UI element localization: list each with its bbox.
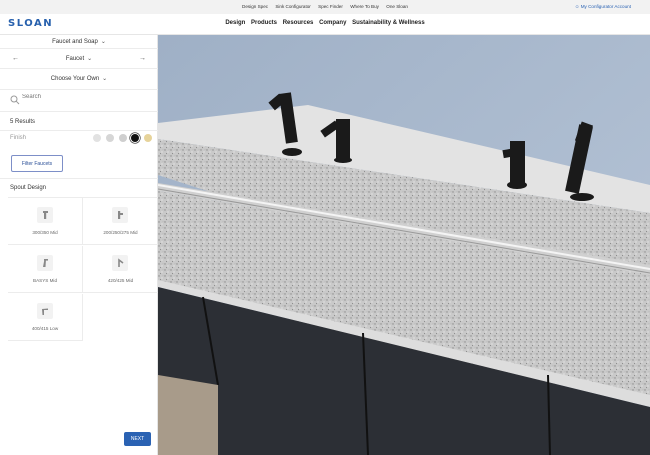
spout-label: 400/415 Low [31, 326, 59, 331]
nav-item-design[interactable]: Design [225, 20, 245, 26]
finish-swatch-nickel[interactable] [118, 134, 127, 142]
finish-swatch-brass[interactable] [144, 134, 152, 142]
nav-item-resources[interactable]: Resources [283, 20, 314, 26]
main-nav: Design Products Resources Company Sustai… [0, 20, 650, 26]
product-label: Faucet [65, 56, 85, 62]
chevron-down-icon: ⌄ [87, 56, 93, 62]
utility-link-sink-configurator[interactable]: Sink Configurator [275, 4, 311, 9]
arrow-right-icon[interactable]: → [139, 49, 146, 69]
next-button[interactable]: NEXT [124, 432, 151, 446]
search-input[interactable] [22, 94, 142, 100]
results-count: 5 Results [0, 113, 158, 131]
faucet-icon [37, 255, 53, 271]
utility-bar: Design Spec Sink Configurator Spec Finde… [0, 0, 650, 14]
nav-item-sustainability[interactable]: Sustainability & Wellness [352, 20, 425, 26]
finish-swatches [90, 134, 152, 147]
utility-link-where-to-buy[interactable]: Where To Buy [350, 4, 379, 9]
mode-label: Choose Your Own [50, 76, 100, 82]
floor [158, 375, 218, 455]
arrow-left-icon[interactable]: ← [12, 49, 19, 69]
mode-selector[interactable]: Choose Your Own ⌄ [0, 69, 158, 90]
finish-swatch-chrome[interactable] [93, 134, 102, 142]
faucet-icon [37, 303, 53, 319]
chevron-down-icon: ⌄ [102, 76, 108, 82]
spout-option-basys-mid[interactable]: BASYS Mid [8, 246, 83, 293]
user-icon: ☺ [574, 4, 580, 9]
spout-label: 420/425 Mid [107, 278, 134, 283]
utility-link-design-spec[interactable]: Design Spec [242, 4, 268, 9]
search-row [0, 91, 158, 112]
account-link[interactable]: ☺ My Configurator Account [575, 4, 631, 9]
search-icon [10, 95, 20, 105]
spout-option-200-250-275-mid[interactable]: 200/250/275 Mid [83, 198, 158, 245]
spout-label: 200/250/275 Mid [103, 230, 138, 235]
utility-link-spec-finder[interactable]: Spec Finder [318, 4, 343, 9]
finish-swatch-brushed[interactable] [105, 134, 114, 142]
divider [0, 178, 158, 179]
spout-option-420-425-mid[interactable]: 420/425 Mid [83, 246, 158, 293]
product-selector[interactable]: ← Faucet ⌄ → [0, 49, 158, 69]
faucet-icon [37, 207, 53, 223]
finish-row: Finish [0, 132, 158, 150]
category-label: Faucet and Soap [52, 39, 98, 45]
faucet-icon [112, 255, 128, 271]
chevron-down-icon: ⌄ [100, 39, 106, 45]
finish-label: Finish [10, 135, 27, 141]
nav-item-products[interactable]: Products [251, 20, 277, 26]
category-selector[interactable]: Faucet and Soap ⌄ [0, 35, 158, 49]
sink-3d-preview[interactable] [158, 35, 650, 455]
utility-links: Design Spec Sink Configurator Spec Finde… [0, 4, 650, 9]
nav-item-company[interactable]: Company [319, 20, 346, 26]
faucet-icon [112, 207, 128, 223]
spout-label: 300/350 Mid [32, 230, 58, 235]
filter-faucets-button[interactable]: Filter Faucets [11, 155, 63, 172]
finish-swatch-black[interactable] [131, 134, 140, 142]
account-link-label: My Configurator Account [580, 4, 631, 9]
spout-option-300-350-mid[interactable]: 300/350 Mid [8, 198, 83, 245]
configurator-sidebar: Faucet and Soap ⌄ ← Faucet ⌄ → Choose Your… [0, 35, 158, 455]
spout-option-400-415-low[interactable]: 400/415 Low [8, 294, 83, 341]
spout-label: BASYS Mid [33, 278, 57, 283]
main-header: SLOAN Design Products Resources Company … [0, 14, 650, 35]
utility-link-one-sloan[interactable]: One Sloan [386, 4, 408, 9]
